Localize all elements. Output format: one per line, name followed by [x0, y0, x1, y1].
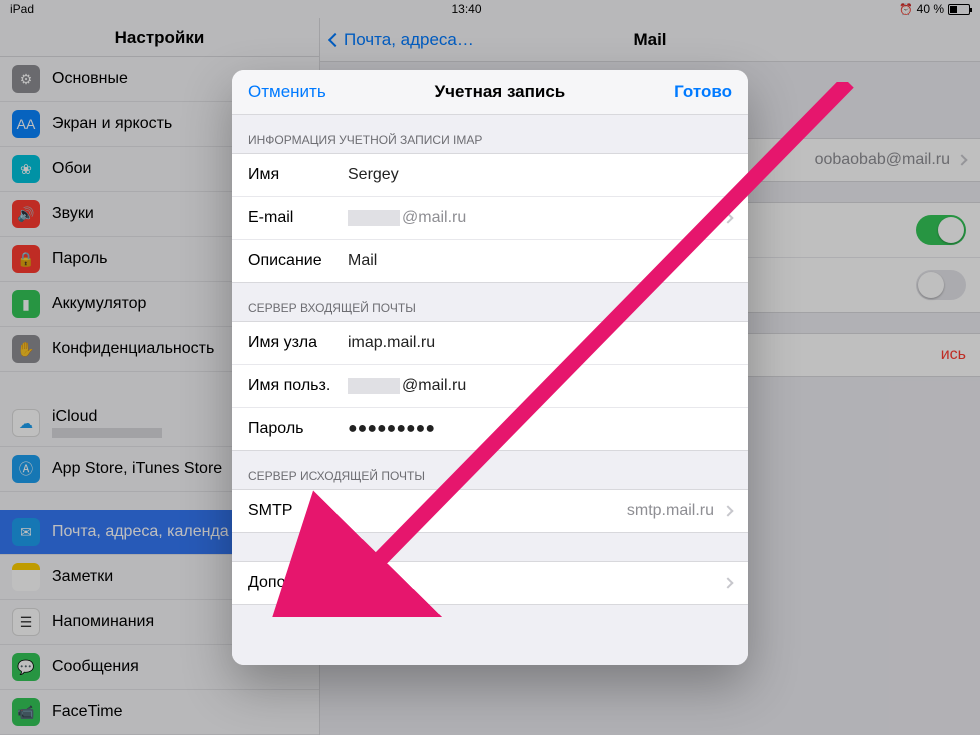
row-description[interactable]: Описание Mail	[232, 240, 748, 282]
chevron-right-icon	[722, 577, 733, 588]
row-email[interactable]: E-mail @mail.ru	[232, 197, 748, 240]
row-key: Имя польз.	[248, 377, 348, 395]
row-key: Дополнительно	[248, 574, 363, 592]
row-smtp[interactable]: SMTP smtp.mail.ru	[232, 490, 748, 532]
row-key: Пароль	[248, 420, 348, 438]
row-value: Sergey	[348, 166, 732, 184]
modal-overlay: Отменить Учетная запись Готово ИНФОРМАЦИ…	[0, 0, 980, 735]
section-imap-info: ИНФОРМАЦИЯ УЧЕТНОЙ ЗАПИСИ IMAP	[232, 115, 748, 153]
done-button[interactable]: Готово	[674, 82, 732, 102]
section-outgoing: СЕРВЕР ИСХОДЯЩЕЙ ПОЧТЫ	[232, 451, 748, 489]
row-key: Имя узла	[248, 334, 348, 352]
row-value: imap.mail.ru	[348, 334, 732, 352]
cancel-button[interactable]: Отменить	[248, 82, 326, 102]
account-modal: Отменить Учетная запись Готово ИНФОРМАЦИ…	[232, 70, 748, 665]
row-value: Mail	[348, 252, 732, 270]
row-key: Имя	[248, 166, 348, 184]
redacted-user	[348, 378, 400, 394]
row-value: @mail.ru	[348, 209, 724, 227]
row-name[interactable]: Имя Sergey	[232, 154, 748, 197]
row-host[interactable]: Имя узла imap.mail.ru	[232, 322, 748, 365]
section-incoming: СЕРВЕР ВХОДЯЩЕЙ ПОЧТЫ	[232, 283, 748, 321]
row-key: Описание	[248, 252, 348, 270]
row-password[interactable]: Пароль ●●●●●●●●●	[232, 408, 748, 450]
modal-body[interactable]: ИНФОРМАЦИЯ УЧЕТНОЙ ЗАПИСИ IMAP Имя Serge…	[232, 115, 748, 665]
chevron-right-icon	[722, 212, 733, 223]
row-value: @mail.ru	[348, 377, 732, 395]
row-key: SMTP	[248, 502, 348, 520]
row-value: ●●●●●●●●●	[348, 420, 732, 438]
row-value: smtp.mail.ru	[348, 502, 714, 520]
row-username[interactable]: Имя польз. @mail.ru	[232, 365, 748, 408]
redacted-user	[348, 210, 400, 226]
row-advanced[interactable]: Дополнительно	[232, 562, 748, 604]
row-key: E-mail	[248, 209, 348, 227]
modal-title: Учетная запись	[435, 82, 566, 102]
modal-header: Отменить Учетная запись Готово	[232, 70, 748, 115]
chevron-right-icon	[722, 505, 733, 516]
